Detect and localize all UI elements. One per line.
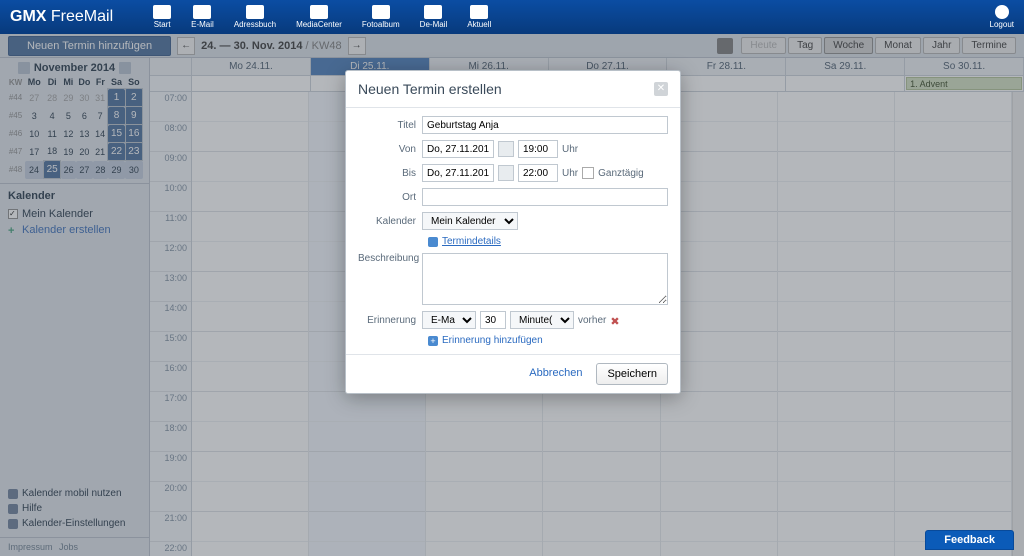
addressbook-icon	[246, 5, 264, 19]
calendar-select[interactable]: Mein Kalender	[422, 212, 518, 230]
nav-items: Start E-Mail Adressbuch MediaCenter Foto…	[143, 3, 501, 31]
termindetails-link[interactable]: Termindetails	[428, 236, 668, 247]
label: Erinnerung hinzufügen	[442, 335, 543, 346]
plus-icon: +	[428, 336, 438, 346]
row-location: Ort	[358, 188, 668, 206]
to-date-input[interactable]	[422, 164, 494, 182]
nav-label: Aktuell	[467, 20, 491, 29]
uhr-label: Uhr	[562, 168, 578, 179]
logout-icon	[995, 5, 1009, 19]
nav-label: Adressbuch	[234, 20, 276, 29]
photo-icon	[372, 5, 390, 19]
top-nav: GMX FreeMail Start E-Mail Adressbuch Med…	[0, 0, 1024, 34]
modal-footer: Abbrechen Speichern	[346, 354, 680, 393]
nav-aktuell[interactable]: Aktuell	[457, 3, 501, 31]
to-time-input[interactable]	[518, 164, 558, 182]
feedback-button[interactable]: Feedback	[925, 530, 1014, 550]
logout-label: Logout	[990, 20, 1014, 29]
new-event-modal: Neuen Termin erstellen ✕ Titel Von Uhr B…	[345, 70, 681, 394]
vorher-label: vorher	[578, 315, 606, 326]
nav-label: E-Mail	[191, 20, 214, 29]
brand-gmx: GMX	[10, 8, 46, 25]
allday-checkbox[interactable]	[582, 167, 594, 179]
row-from: Von Uhr	[358, 140, 668, 158]
label-title: Titel	[358, 120, 422, 131]
add-reminder-link[interactable]: + Erinnerung hinzufügen	[428, 335, 668, 346]
reminder-number-input[interactable]	[480, 311, 506, 329]
logout-button[interactable]: Logout	[990, 5, 1014, 29]
reminder-unit-select[interactable]: Minute(n)	[510, 311, 574, 329]
label-location: Ort	[358, 192, 422, 203]
nav-mediacenter[interactable]: MediaCenter	[286, 3, 352, 31]
modal-header: Neuen Termin erstellen ✕	[346, 71, 680, 108]
row-calendar: Kalender Mein Kalender	[358, 212, 668, 230]
news-icon	[470, 5, 488, 19]
cloud-icon	[310, 5, 328, 19]
label-reminder: Erinnerung	[358, 315, 422, 326]
label-to: Bis	[358, 168, 422, 179]
title-input[interactable]	[422, 116, 668, 134]
nav-adressbuch[interactable]: Adressbuch	[224, 3, 286, 31]
nav-fotoalbum[interactable]: Fotoalbum	[352, 3, 410, 31]
cancel-button[interactable]: Abbrechen	[523, 363, 588, 385]
row-to: Bis Uhr Ganztägig	[358, 164, 668, 182]
label-description: Beschreibung	[358, 253, 422, 264]
close-icon[interactable]: ✕	[654, 82, 668, 96]
description-textarea[interactable]	[422, 253, 668, 305]
home-icon	[153, 5, 171, 19]
brand-logo: GMX FreeMail	[10, 8, 113, 26]
brand-freemail: FreeMail	[51, 8, 113, 25]
from-datepicker-icon[interactable]	[498, 141, 514, 157]
to-datepicker-icon[interactable]	[498, 165, 514, 181]
uhr-label: Uhr	[562, 144, 578, 155]
delete-reminder-icon[interactable]: ✖	[610, 315, 620, 325]
save-button[interactable]: Speichern	[596, 363, 668, 385]
row-description: Beschreibung	[358, 253, 668, 305]
row-reminder: Erinnerung E-Mail Minute(n) vorher ✖	[358, 311, 668, 329]
row-title: Titel	[358, 116, 668, 134]
details-icon	[428, 237, 438, 247]
label: Termindetails	[442, 236, 501, 247]
from-time-input[interactable]	[518, 140, 558, 158]
mail-icon	[193, 5, 211, 19]
from-date-input[interactable]	[422, 140, 494, 158]
nav-label: Fotoalbum	[362, 20, 400, 29]
nav-label: Start	[154, 20, 171, 29]
nav-start[interactable]: Start	[143, 3, 181, 31]
location-input[interactable]	[422, 188, 668, 206]
nav-email[interactable]: E-Mail	[181, 3, 224, 31]
modal-title: Neuen Termin erstellen	[358, 81, 502, 97]
demail-icon	[424, 5, 442, 19]
nav-label: MediaCenter	[296, 20, 342, 29]
label-from: Von	[358, 144, 422, 155]
nav-demail[interactable]: De-Mail	[410, 3, 458, 31]
modal-body: Titel Von Uhr Bis Uhr Ganztägig	[346, 108, 680, 354]
label-calendar: Kalender	[358, 216, 422, 227]
reminder-type-select[interactable]: E-Mail	[422, 311, 476, 329]
nav-label: De-Mail	[420, 20, 448, 29]
allday-label: Ganztägig	[598, 168, 644, 179]
